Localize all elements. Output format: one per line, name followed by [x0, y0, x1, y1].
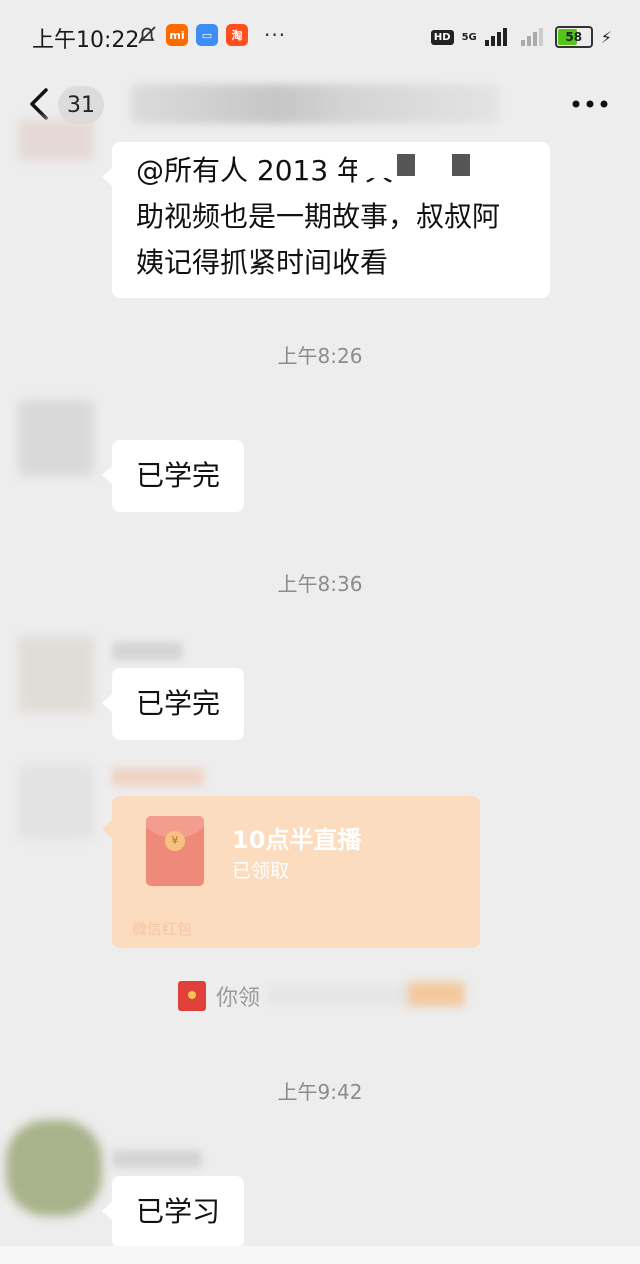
- message-bubble[interactable]: 已学完: [101, 440, 245, 512]
- redaction-mask: [408, 982, 464, 1006]
- system-notice: 你领: [178, 980, 464, 1012]
- message-text: 已学习: [136, 1195, 221, 1228]
- mi-app-icon: mi: [166, 24, 188, 46]
- battery-level: 58: [565, 30, 583, 44]
- bell-off-icon: [138, 26, 156, 44]
- message-bubble[interactable]: 已学完: [101, 668, 245, 740]
- signal-weak-icon: [520, 28, 543, 46]
- message-text-line: 助视频也是一期故事，叔叔阿: [136, 200, 501, 233]
- system-notice-text: 你领: [216, 986, 261, 1011]
- red-packet-icon: [178, 981, 206, 1011]
- chat-title-redacted: [130, 84, 500, 124]
- avatar[interactable]: [18, 120, 94, 160]
- wallet-app-icon: ▭: [196, 24, 218, 46]
- message-bubble[interactable]: 已学习: [101, 1176, 245, 1248]
- chevron-left-icon[interactable]: [24, 84, 60, 124]
- more-dots-icon[interactable]: [570, 92, 610, 116]
- avatar[interactable]: [18, 636, 94, 712]
- input-bar-edge: [0, 1246, 640, 1264]
- unread-count-badge[interactable]: 31: [58, 86, 104, 124]
- avatar[interactable]: [18, 400, 94, 476]
- red-packet-card[interactable]: ¥ 10点半直播 已领取 微信红包: [102, 796, 480, 948]
- sender-name-redacted: [112, 768, 204, 786]
- battery-icon: 58: [554, 26, 593, 48]
- red-packet-status: 已领取: [232, 860, 290, 882]
- red-envelope-icon: ¥: [146, 816, 204, 886]
- more-notifications-icon: ···: [264, 23, 287, 47]
- network-label: 5G: [461, 31, 477, 43]
- message-text: 已学完: [136, 687, 221, 720]
- message-text-line: 姨记得抓紧时间收看: [136, 246, 389, 279]
- redaction-mask: [357, 150, 507, 178]
- signal-icon: [484, 28, 507, 46]
- red-packet-footer: 微信红包: [132, 920, 193, 938]
- timestamp: 上午8:26: [277, 344, 363, 368]
- status-time: 上午10:22: [32, 28, 140, 53]
- timestamp: 上午9:42: [277, 1080, 363, 1104]
- sender-name-redacted: [112, 1150, 202, 1168]
- sender-name-redacted: [112, 642, 182, 660]
- red-packet-title: 10点半直播: [232, 826, 362, 854]
- message-text: 已学完: [136, 459, 221, 492]
- taobao-app-icon: 淘: [226, 24, 248, 46]
- hd-badge: HD: [430, 29, 454, 45]
- message-bubble[interactable]: @所有人 2013 年天 助视频也是一期故事，叔叔阿 姨记得抓紧时间收看: [102, 142, 550, 298]
- notification-icons: mi ▭ 淘 ···: [136, 24, 286, 46]
- avatar[interactable]: [6, 1120, 102, 1216]
- avatar[interactable]: [18, 764, 94, 840]
- coin-icon: ¥: [165, 831, 185, 851]
- timestamp: 上午8:36: [277, 572, 363, 596]
- system-status: HD 5G 58 ⚡: [430, 26, 612, 48]
- charging-icon: ⚡: [600, 27, 612, 47]
